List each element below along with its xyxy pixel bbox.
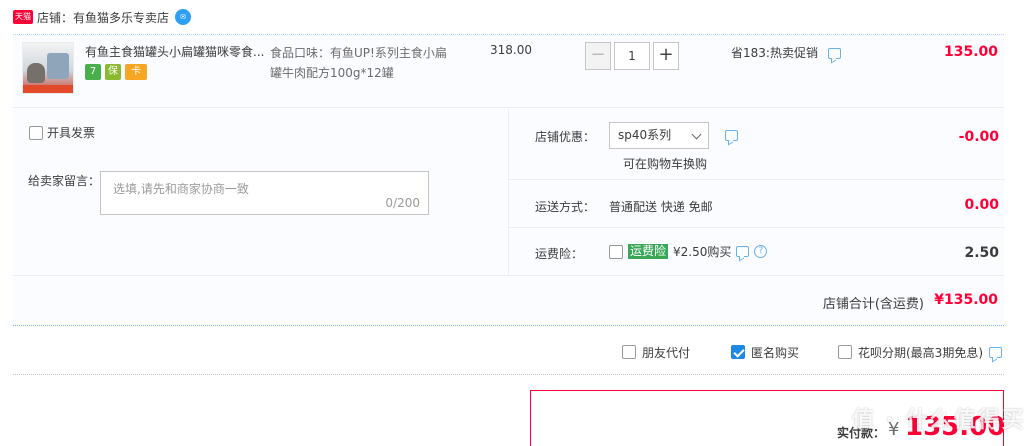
message-counter: 0/200	[385, 196, 420, 210]
promo-text: 省183:热卖促销	[731, 46, 818, 60]
shipping-label: 运送方式：	[535, 200, 596, 214]
shop-header: 天猫 店铺：有鱼猫多乐专卖店 ✉	[13, 6, 192, 28]
item-subtotal: 135.00	[943, 44, 998, 60]
friend-pay-checkbox[interactable]	[622, 345, 636, 359]
shop-discount-note: 可在购物车换购	[623, 157, 708, 171]
message-input[interactable]: 选填,请先和商家协商一致 0/200	[100, 171, 429, 215]
anonymous-checkbox[interactable]	[731, 345, 745, 359]
shop-total-value: ¥135.00	[934, 292, 998, 308]
friend-pay-option[interactable]: 朋友代付	[622, 343, 690, 361]
insurance-option: 运费险 ¥2.50购买 ?	[609, 243, 768, 260]
guarantee-icon[interactable]: 保	[105, 64, 121, 80]
site-watermark: 值 · 什么值得买	[852, 408, 1026, 433]
shop-total-label: 店铺合计(含运费)	[822, 297, 924, 312]
shipping-detail: 普通配送 快递 免邮	[609, 200, 713, 214]
discount-chat-icon[interactable]	[725, 130, 738, 141]
shop-total-row: 店铺合计(含运费) ¥135.00	[13, 275, 1004, 326]
wangwang-icon[interactable]: ✉	[175, 9, 192, 25]
sku-line-1: 食品口味：有鱼UP!系列主食小扁	[270, 46, 447, 60]
product-sku: 食品口味：有鱼UP!系列主食小扁 罐牛肉配方100g*12罐	[270, 43, 490, 83]
product-thumbnail[interactable]	[22, 42, 74, 94]
shop-discount-label: 店铺优惠：	[535, 130, 596, 144]
invoice-option[interactable]: 开具发票	[29, 124, 95, 141]
insurance-row: 运费险： 运费险 ¥2.50购买 ? 2.50	[509, 229, 1005, 275]
qty-plus-button[interactable]: +	[653, 42, 679, 70]
quantity-stepper: − 1 +	[585, 42, 679, 70]
message-placeholder: 选填,请先和商家协商一致	[113, 182, 249, 196]
unit-price: 318.00	[490, 43, 532, 57]
help-icon[interactable]: ?	[754, 245, 768, 258]
insurance-detail: ¥2.50购买	[673, 245, 732, 259]
sku-line-2: 罐牛肉配方100g*12罐	[270, 66, 394, 80]
order-box: 有鱼主食猫罐头小扁罐猫咪零食... 7 保 卡 食品口味：有鱼UP!系列主食小扁…	[13, 34, 1005, 326]
shop-discount-selected: sp40系列	[618, 128, 672, 142]
left-pane: 开具发票 给卖家留言： 选填,请先和商家协商一致 0/200	[13, 109, 508, 275]
huabei-label: 花呗分期(最高3期免息)	[858, 345, 983, 360]
anonymous-label: 匿名购买	[751, 345, 800, 360]
tmall-badge: 天猫	[13, 10, 33, 24]
invoice-label: 开具发票	[47, 126, 96, 140]
service-icons: 7 保 卡	[85, 64, 147, 80]
shop-discount-value: -0.00	[958, 129, 999, 145]
shop-discount-select[interactable]: sp40系列	[609, 122, 709, 149]
invoice-checkbox[interactable]	[29, 125, 43, 140]
insurance-chat-icon[interactable]	[736, 246, 750, 257]
shipping-value: 0.00	[964, 197, 999, 213]
promo-info: 省183:热卖促销	[731, 44, 841, 61]
huabei-chat-icon[interactable]	[989, 346, 1002, 358]
item-row: 有鱼主食猫罐头小扁罐猫咪零食... 7 保 卡 食品口味：有鱼UP!系列主食小扁…	[13, 35, 1004, 108]
insurance-badge: 运费险	[628, 244, 669, 259]
insurance-checkbox[interactable]	[609, 244, 623, 259]
shipping-row: 运送方式： 普通配送 快递 免邮 0.00	[509, 181, 1005, 228]
message-label: 给卖家留言：	[28, 174, 101, 188]
friend-pay-label: 朋友代付	[642, 345, 691, 360]
chevron-down-icon	[691, 129, 702, 140]
insurance-label: 运费险：	[535, 247, 584, 261]
anonymous-option[interactable]: 匿名购买	[731, 343, 799, 361]
insurance-value: 2.50	[964, 245, 999, 261]
huabei-option[interactable]: 花呗分期(最高3期免息)	[838, 343, 1002, 361]
promo-chat-icon[interactable]	[827, 48, 841, 59]
product-title[interactable]: 有鱼主食猫罐头小扁罐猫咪零食...	[85, 43, 270, 61]
card-payment-icon[interactable]: 卡	[125, 64, 147, 80]
qty-minus-button[interactable]: −	[585, 42, 611, 70]
seven-day-return-icon[interactable]: 7	[85, 64, 101, 80]
right-pane: 店铺优惠： sp40系列 可在购物车换购 -0.00 运送方式： 普通配送 快递…	[508, 109, 1005, 275]
shop-name[interactable]: 店铺：有鱼猫多乐专卖店	[37, 9, 169, 26]
qty-input[interactable]: 1	[614, 42, 650, 70]
divider	[13, 374, 1004, 375]
huabei-checkbox[interactable]	[838, 345, 852, 359]
shop-discount-row: 店铺优惠： sp40系列 可在购物车换购 -0.00	[509, 109, 1005, 180]
